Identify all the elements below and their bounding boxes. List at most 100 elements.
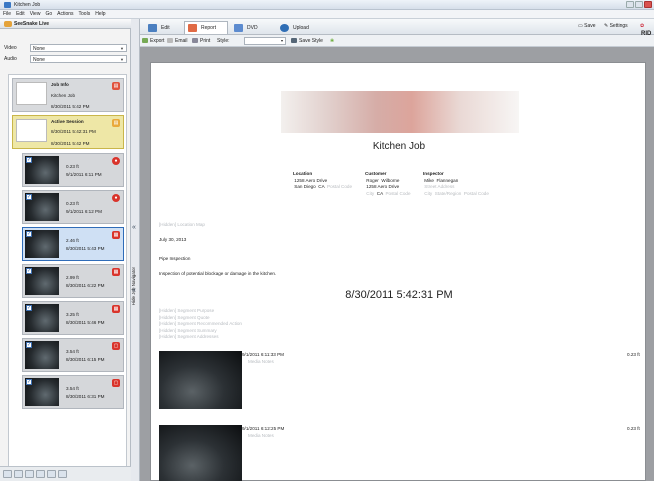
- chevron-down-icon: ▼: [120, 46, 124, 51]
- segment-card[interactable]: ✓ 2.99 ft 8/30/2011 6:22 PM ▦: [22, 264, 124, 298]
- folder-icon[interactable]: [47, 470, 56, 478]
- session-timestamp: 8/30/2011 5:42:31 PM: [345, 289, 453, 301]
- audio-select[interactable]: None ▼: [30, 55, 127, 63]
- banner-overlay: [281, 91, 519, 133]
- location-city: San Diego: [294, 184, 316, 189]
- style-label: Style:: [217, 38, 230, 44]
- inspector-block: Inspector Mike Flannegan Street Address …: [423, 171, 489, 197]
- sort-icon[interactable]: [36, 470, 45, 478]
- tab-upload[interactable]: Upload: [276, 21, 324, 34]
- segment-card[interactable]: ✓ 0.23 ft 9/1/2011 6:12 PM ●: [22, 190, 124, 224]
- session-thumbnail: [16, 119, 47, 142]
- inspection-type: Pipe Inspection: [159, 256, 191, 261]
- collapse-arrow-icon[interactable]: «: [132, 287, 136, 294]
- segment-card[interactable]: ✓ 3.54 ft 8/30/2011 6:31 PM ▢: [22, 375, 124, 409]
- job-name: Kitchen Job: [51, 93, 76, 98]
- segment-card-selected[interactable]: ✓ 2.46 ft 8/30/2011 5:43 PM ▦: [22, 227, 124, 261]
- customer-state: CA: [376, 190, 383, 196]
- collapse-arrow-icon[interactable]: «: [132, 224, 136, 231]
- tab-dvd-label: DVD: [247, 25, 258, 31]
- maximize-button[interactable]: [635, 1, 643, 8]
- segment-distance: 2.46 ft: [66, 238, 79, 243]
- media-distance: 0.23 ft: [627, 352, 640, 357]
- customer-block: Customer Roger Wilborne 1258 Aero Drive …: [365, 171, 411, 197]
- tab-dvd[interactable]: DVD: [230, 21, 274, 34]
- menu-help[interactable]: Help: [95, 11, 105, 17]
- media-thumbnail[interactable]: [159, 425, 242, 481]
- tab-edit-label: Edit: [161, 25, 170, 31]
- video-select-value: None: [33, 46, 45, 52]
- print-button[interactable]: Print: [192, 38, 210, 44]
- location-state: CA: [318, 184, 325, 189]
- tab-edit[interactable]: Edit: [144, 21, 184, 34]
- menu-view[interactable]: View: [30, 11, 41, 17]
- camera-icon[interactable]: [3, 470, 12, 478]
- title-bar: Kitchen Job: [0, 0, 654, 10]
- save-label: Save: [584, 23, 596, 29]
- settings-button[interactable]: ✎ Settings: [604, 23, 628, 31]
- report-title: Kitchen Job: [372, 141, 426, 152]
- checkbox-icon[interactable]: ✓: [26, 231, 32, 237]
- menu-file[interactable]: File: [3, 11, 11, 17]
- inspector-city: City: [424, 190, 433, 196]
- video-select[interactable]: None ▼: [30, 44, 127, 52]
- list-icon[interactable]: [25, 470, 34, 478]
- checkbox-icon[interactable]: ✓: [26, 268, 32, 274]
- report-date: July 30, 2013: [159, 237, 187, 242]
- save-button[interactable]: ▭ Save: [578, 23, 596, 31]
- media-thumbnail[interactable]: [159, 351, 242, 409]
- export-button[interactable]: Export: [142, 38, 164, 44]
- job-date: 8/30/2011 5:42 PM: [51, 104, 90, 109]
- menu-go[interactable]: Go: [45, 11, 52, 17]
- menu-tools[interactable]: Tools: [79, 11, 91, 17]
- session-flag-icon: ▤: [112, 119, 120, 127]
- video-row: Video None ▼: [4, 44, 127, 52]
- record-icon: ●: [112, 157, 120, 165]
- save-style-label: Save Style: [299, 38, 323, 44]
- audio-select-value: None: [33, 57, 45, 63]
- segment-time: 8/30/2011 6:22 PM: [66, 283, 105, 288]
- menu-actions[interactable]: Actions: [57, 11, 73, 17]
- segment-card[interactable]: ✓ 0.23 ft 9/1/2011 6:11 PM ●: [22, 153, 124, 187]
- export-icon[interactable]: [58, 470, 67, 478]
- checkbox-icon[interactable]: ✓: [26, 194, 32, 200]
- close-button[interactable]: [644, 1, 652, 8]
- snapshot-icon[interactable]: [14, 470, 23, 478]
- tab-upload-label: Upload: [293, 25, 309, 31]
- help-icon[interactable]: ✿: [640, 23, 644, 31]
- active-session-card[interactable]: Active Session 8/30/2011 5:42:31 PM 8/30…: [12, 115, 124, 149]
- email-button[interactable]: Email: [167, 38, 188, 44]
- style-select[interactable]: ▾: [244, 37, 286, 45]
- menu-edit[interactable]: Edit: [16, 11, 25, 17]
- customer-last: Wilborne: [381, 177, 400, 183]
- segment-time: 8/30/2011 6:15 PM: [66, 357, 105, 362]
- job-info-title: Job Info: [51, 82, 69, 87]
- video-clip-icon: ▦: [112, 305, 120, 313]
- job-thumbnail: [16, 82, 47, 105]
- window-controls: [626, 1, 652, 8]
- minimize-button[interactable]: [626, 1, 634, 8]
- menu-bar: File Edit View Go Actions Tools Help: [0, 10, 654, 19]
- inspector-first: Mike: [424, 177, 434, 183]
- segment-card[interactable]: ✓ 3.54 ft 8/30/2011 6:15 PM ▢: [22, 338, 124, 372]
- checkbox-icon[interactable]: ✓: [26, 379, 32, 385]
- customer-postal: Postal Code: [385, 190, 411, 196]
- segment-card[interactable]: ✓ 3.25 ft 8/30/2011 5:46 PM ▦: [22, 301, 124, 335]
- video-label: Video: [4, 45, 17, 51]
- job-navigator-panel: SeeSnake Live Video None ▼ Audio None ▼ …: [0, 19, 131, 481]
- edit-icon: [148, 24, 157, 32]
- tab-report[interactable]: Report: [184, 21, 228, 34]
- checkbox-icon[interactable]: ✓: [26, 305, 32, 311]
- save-style-button[interactable]: Save Style: [291, 38, 323, 44]
- settings-label: Settings: [609, 23, 628, 29]
- customer-city: City: [366, 190, 375, 196]
- job-info-card[interactable]: Job Info Kitchen Job 8/30/2011 5:42 PM ▤: [12, 78, 124, 112]
- segment-time: 8/30/2011 5:43 PM: [66, 246, 105, 251]
- checkbox-icon[interactable]: ✓: [26, 157, 32, 163]
- audio-label: Audio: [4, 56, 17, 62]
- window-title: Kitchen Job: [14, 2, 41, 8]
- customer-street: 1258 Aero Drive: [366, 184, 400, 189]
- checkbox-icon[interactable]: ✓: [26, 342, 32, 348]
- color-palette-icon[interactable]: ❀: [330, 38, 334, 44]
- report-icon: ▤: [112, 82, 120, 90]
